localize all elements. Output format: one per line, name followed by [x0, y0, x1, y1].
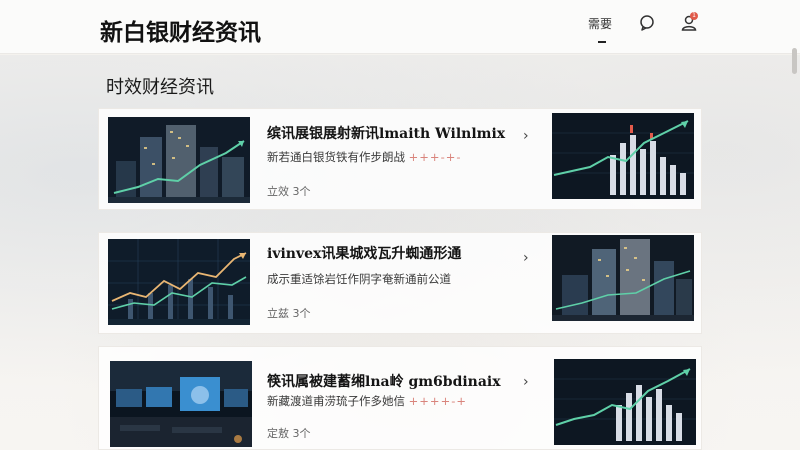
- card-subtitle-text: 成示重适馀岩饪作阴字奄新通前公道: [267, 272, 451, 286]
- card-subtitle: 新藏渡道甫涝琉子作多她信 ++++-+: [267, 393, 467, 409]
- card-subtitle: 成示重适馀岩饪作阴字奄新通前公道: [267, 271, 451, 287]
- top-header: 新白银财经资讯 需要 1: [0, 0, 800, 54]
- brand-title[interactable]: 新白银财经资讯: [100, 13, 261, 47]
- card-image-trading-room[interactable]: [110, 361, 252, 447]
- card-subtitle-marks: +++-+-: [408, 150, 462, 164]
- tab-needs[interactable]: 需要: [588, 15, 613, 43]
- card-meta: 立效 3个: [267, 185, 311, 198]
- notification-badge: 1: [690, 12, 698, 20]
- card-subtitle-marks: ++++-+: [408, 394, 467, 408]
- card-image-bar-chart[interactable]: [552, 113, 694, 199]
- chevron-right-icon[interactable]: ›: [523, 129, 533, 143]
- card-image-bar-chart[interactable]: [554, 359, 696, 445]
- section-title: 时效财经资讯: [106, 77, 214, 98]
- card-subtitle: 新若通白银货铁有作步朗战 +++-+-: [267, 149, 462, 165]
- tab-active-indicator: [598, 41, 606, 43]
- news-card[interactable]: ivinvex讯果城戏瓦升蜘通形通 成示重适馀岩饪作阴字奄新通前公道 立兹 3个…: [98, 232, 702, 334]
- chevron-right-icon[interactable]: ›: [523, 251, 533, 265]
- scrollbar-thumb[interactable]: [792, 48, 797, 74]
- card-title[interactable]: 缤讯展银展射新讯lmaith Wilnlmix: [267, 123, 505, 143]
- news-card[interactable]: 筷讯属被建蓄缃lna岭 gm6bdinaix 新藏渡道甫涝琉子作多她信 ++++…: [98, 346, 702, 450]
- tab-needs-label: 需要: [588, 17, 613, 31]
- card-meta: 立兹 3个: [267, 307, 311, 320]
- news-card[interactable]: 缤讯展银展射新讯lmaith Wilnlmix 新若通白银货铁有作步朗战 +++…: [98, 108, 702, 210]
- card-subtitle-text: 新若通白银货铁有作步朗战: [267, 150, 405, 164]
- card-image-city-night[interactable]: [552, 235, 694, 321]
- card-title[interactable]: 筷讯属被建蓄缃lna岭 gm6bdinaix: [267, 371, 501, 391]
- card-title[interactable]: ivinvex讯果城戏瓦升蜘通形通: [267, 243, 461, 263]
- card-meta: 定敖 3个: [267, 427, 311, 440]
- card-image-city-chart[interactable]: [108, 117, 250, 203]
- card-subtitle-text: 新藏渡道甫涝琉子作多她信: [267, 394, 405, 408]
- card-image-line-chart[interactable]: [108, 239, 250, 325]
- chat-bubble-icon[interactable]: [638, 14, 656, 32]
- chevron-right-icon[interactable]: ›: [523, 375, 533, 389]
